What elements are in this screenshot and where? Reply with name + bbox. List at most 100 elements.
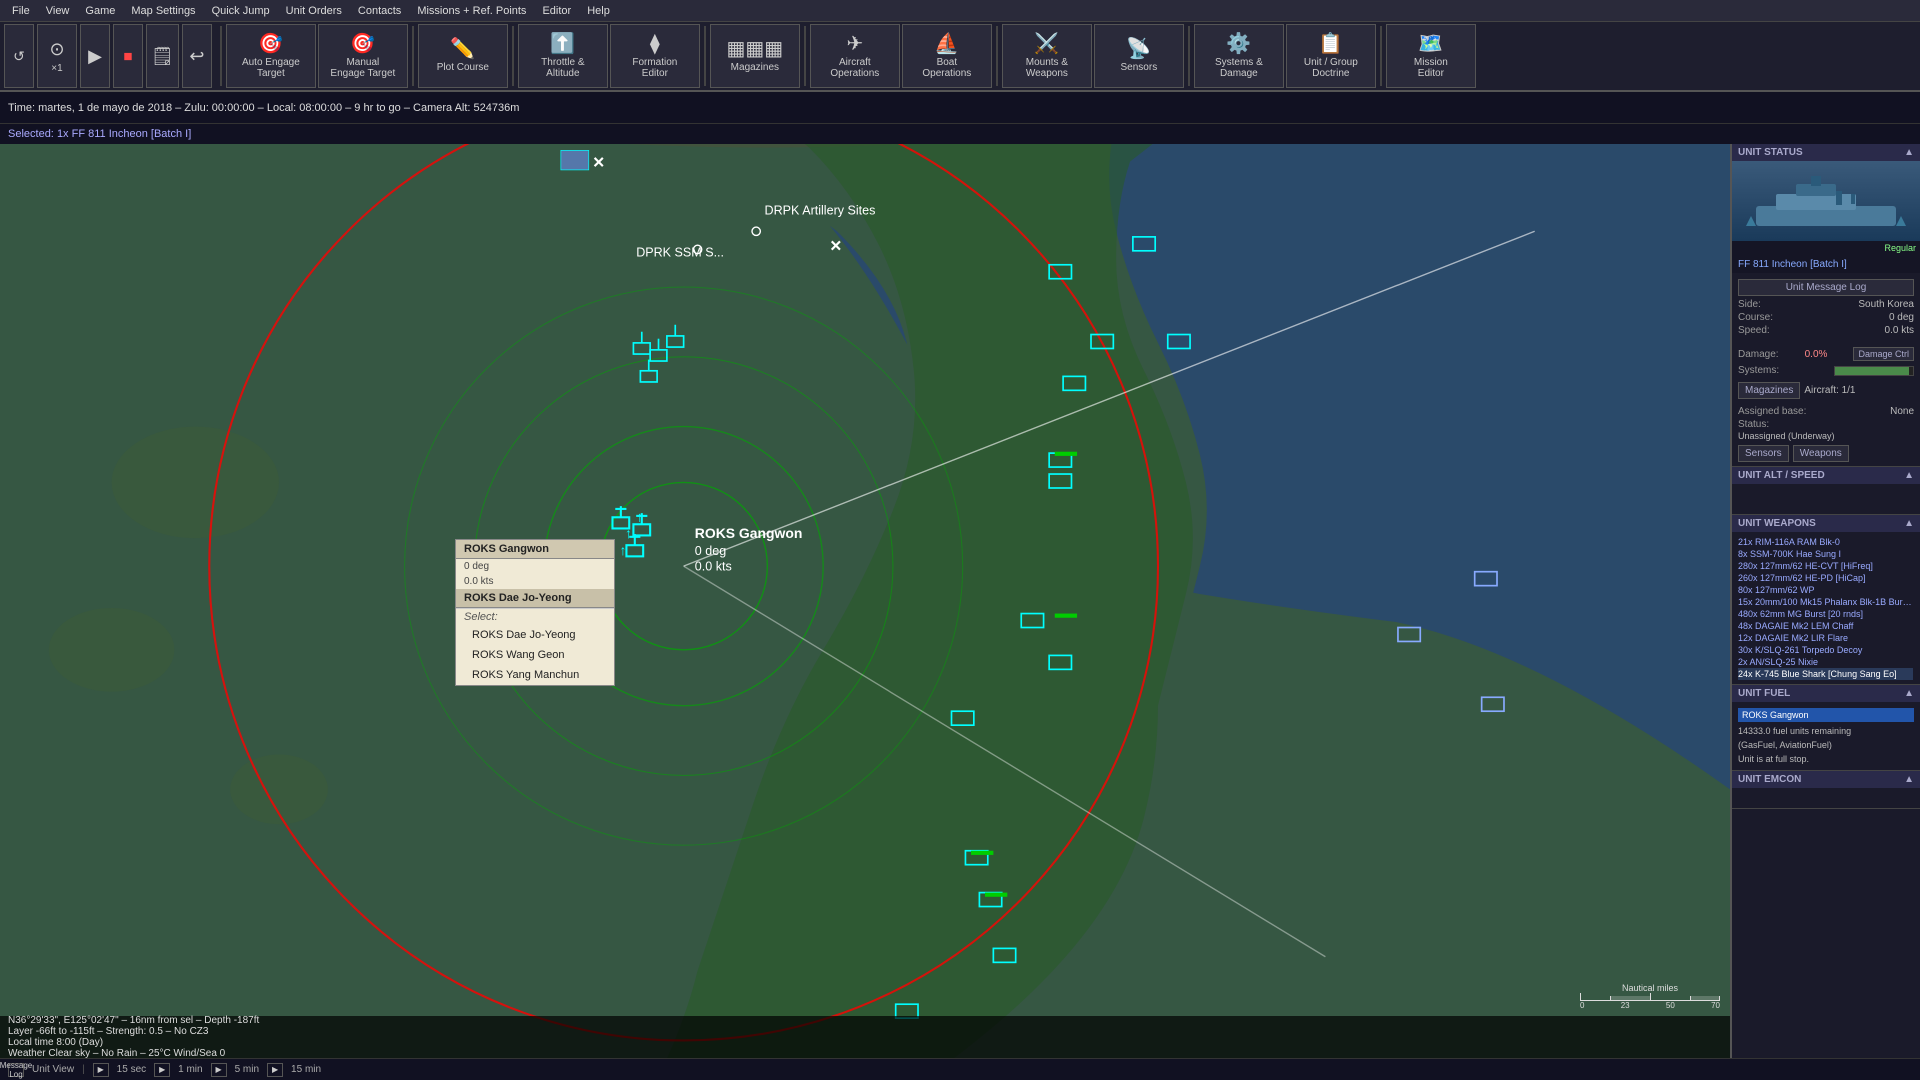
ship-silhouette-svg bbox=[1736, 166, 1916, 236]
magazines-label: Magazines bbox=[731, 62, 779, 73]
svg-text:×: × bbox=[830, 235, 841, 257]
menu-unit-orders[interactable]: Unit Orders bbox=[278, 3, 350, 19]
context-menu-item-0[interactable]: ROKS Dae Jo-Yeong bbox=[456, 625, 614, 645]
sensors-panel-button[interactable]: Sensors bbox=[1738, 445, 1789, 462]
weapon-4[interactable]: 80x 127mm/62 WP bbox=[1738, 584, 1914, 596]
msg-log-bottom-button[interactable]: Message Log bbox=[8, 1063, 24, 1077]
speed-1m-label: 1 min bbox=[178, 1064, 202, 1075]
unit-fuel-header: UNIT FUEL ▲ bbox=[1732, 685, 1920, 702]
menu-editor[interactable]: Editor bbox=[534, 3, 579, 19]
unit-weapons-header: UNIT WEAPONS ▲ bbox=[1732, 515, 1920, 532]
collapse-fuel-icon[interactable]: ▲ bbox=[1904, 688, 1914, 699]
doctrine-icon: 📋 bbox=[1318, 34, 1343, 54]
menu-bar: File View Game Map Settings Quick Jump U… bbox=[0, 0, 1920, 22]
throttle-icon: ⬆️ bbox=[550, 34, 575, 54]
toolbar-sep-8 bbox=[1380, 26, 1382, 86]
context-menu-item-1[interactable]: ROKS Wang Geon bbox=[456, 645, 614, 665]
play-15m-button[interactable]: ▶ bbox=[267, 1063, 283, 1077]
throttle-label: Throttle &Altitude bbox=[541, 57, 584, 79]
weapon-1[interactable]: 8x SSM-700K Hae Sung I bbox=[1738, 548, 1914, 560]
coord-local-time: Local time 8:00 (Day) bbox=[8, 1037, 1722, 1048]
menu-missions[interactable]: Missions + Ref. Points bbox=[409, 3, 534, 19]
course-row: Course: 0 deg bbox=[1738, 311, 1914, 324]
menu-file[interactable]: File bbox=[4, 3, 38, 19]
msg-log-button[interactable]: Unit Message Log bbox=[1738, 279, 1914, 296]
nm-scale: Nautical miles 0 23 50 70 bbox=[1580, 983, 1720, 1010]
selected-unit: 1x FF 811 Incheon [Batch I] bbox=[57, 128, 191, 140]
sensors-button[interactable]: 📡 Sensors bbox=[1094, 24, 1184, 88]
mission-editor-label: MissionEditor bbox=[1414, 57, 1448, 79]
weapon-9[interactable]: 30x K/SLQ-261 Torpedo Decoy bbox=[1738, 644, 1914, 656]
weapon-3[interactable]: 260x 127mm/62 HE-PD [HiCap] bbox=[1738, 572, 1914, 584]
toolbar-sep-2 bbox=[412, 26, 414, 86]
context-menu-heading: 0 deg bbox=[456, 559, 614, 574]
magazines-icon: ▦▦▦ bbox=[727, 39, 784, 59]
rewind-button[interactable]: ↺ bbox=[4, 24, 34, 88]
play-button[interactable]: ▶ bbox=[80, 24, 110, 88]
sensors-icon: 📡 bbox=[1126, 39, 1151, 59]
play-1m-button[interactable]: ▶ bbox=[154, 1063, 170, 1077]
unit-view-label: Unit View bbox=[32, 1064, 74, 1075]
scenario-button[interactable]: 🗒 bbox=[146, 24, 179, 88]
toolbar-sep-5 bbox=[804, 26, 806, 86]
collapse-icon[interactable]: ▲ bbox=[1904, 147, 1914, 158]
menu-view[interactable]: View bbox=[38, 3, 78, 19]
fuel-remaining: 14333.0 fuel units remaining bbox=[1738, 724, 1914, 738]
bottom-bar: Message Log Unit View | ▶ 15 sec ▶ 1 min… bbox=[0, 1058, 1920, 1080]
play-5m-button[interactable]: ▶ bbox=[211, 1063, 227, 1077]
menu-quick-jump[interactable]: Quick Jump bbox=[204, 3, 278, 19]
undo-button[interactable]: ↩ bbox=[182, 24, 212, 88]
menu-contacts[interactable]: Contacts bbox=[350, 3, 409, 19]
magazines-panel-button[interactable]: Magazines bbox=[1738, 382, 1800, 399]
magazines-button[interactable]: ▦▦▦ Magazines bbox=[710, 24, 800, 88]
menu-map-settings[interactable]: Map Settings bbox=[123, 3, 203, 19]
mounts-weapons-button[interactable]: ⚔️ Mounts &Weapons bbox=[1002, 24, 1092, 88]
play-speed-button[interactable]: ⊙ ×1 bbox=[37, 24, 77, 88]
weapon-5[interactable]: 15x 20mm/100 Mk15 Phalanx Blk-1B Burst J bbox=[1738, 596, 1913, 608]
mission-editor-button[interactable]: 🗺️ MissionEditor bbox=[1386, 24, 1476, 88]
boat-ops-button[interactable]: ⛵ BoatOperations bbox=[902, 24, 992, 88]
coord-bar: N36°29'33", E125°02'47" – 16nm from sel … bbox=[0, 1016, 1730, 1058]
weapon-10[interactable]: 2x AN/SLQ-25 Nixie bbox=[1738, 656, 1914, 668]
unit-link[interactable]: FF 811 Incheon [Batch I] bbox=[1738, 259, 1847, 270]
toolbar-sep-1 bbox=[220, 26, 222, 86]
time-display: Time: martes, 1 de mayo de 2018 – Zulu: … bbox=[8, 102, 519, 114]
weapon-2[interactable]: 280x 127mm/62 HE-CVT [HiFreq] bbox=[1738, 560, 1914, 572]
manual-engage-icon: 🎯 bbox=[350, 34, 375, 54]
context-menu-item-2[interactable]: ROKS Yang Manchun bbox=[456, 665, 614, 685]
map-area[interactable]: × × ROKS Gangwon 0 deg 0.0 kts ↑ ↑ ↑ DRP… bbox=[0, 144, 1730, 1058]
damage-ctrl-button[interactable]: Damage Ctrl bbox=[1853, 347, 1914, 361]
mission-editor-icon: 🗺️ bbox=[1418, 34, 1443, 54]
collapse-emcon-icon[interactable]: ▲ bbox=[1904, 774, 1914, 785]
collapse-weapons-icon[interactable]: ▲ bbox=[1904, 518, 1914, 529]
collapse-alt-icon[interactable]: ▲ bbox=[1904, 470, 1914, 481]
unit-info-content: Unit Message Log Side: South Korea Cours… bbox=[1732, 273, 1920, 466]
menu-help[interactable]: Help bbox=[579, 3, 618, 19]
mounts-icon: ⚔️ bbox=[1034, 34, 1059, 54]
context-menu-unit-name: ROKS Gangwon bbox=[456, 540, 614, 559]
weapon-11[interactable]: 24x K-745 Blue Shark [Chung Sang Eo] bbox=[1738, 668, 1913, 680]
plot-course-button[interactable]: ✏️ Plot Course bbox=[418, 24, 508, 88]
weapon-0[interactable]: 21x RIM-116A RAM Blk-0 bbox=[1738, 536, 1914, 548]
unit-doctrine-button[interactable]: 📋 Unit / GroupDoctrine bbox=[1286, 24, 1376, 88]
auto-engage-button[interactable]: 🎯 Auto EngageTarget bbox=[226, 24, 316, 88]
stop-button[interactable]: ⏹ bbox=[113, 24, 143, 88]
aircraft-ops-button[interactable]: ✈ AircraftOperations bbox=[810, 24, 900, 88]
play-15s-button[interactable]: ▶ bbox=[93, 1063, 109, 1077]
unit-alt-speed-header: UNIT ALT / SPEED ▲ bbox=[1732, 467, 1920, 484]
weapon-6[interactable]: 480x 62mm MG Burst [20 rnds] bbox=[1738, 608, 1914, 620]
systems-row: Systems: bbox=[1738, 363, 1914, 378]
selected-info-bar: Selected: 1x FF 811 Incheon [Batch I] bbox=[0, 124, 1920, 144]
throttle-button[interactable]: ⬆️ Throttle &Altitude bbox=[518, 24, 608, 88]
weapon-8[interactable]: 12x DAGAIE Mk2 LIR Flare bbox=[1738, 632, 1914, 644]
status-value: Unassigned (Underway) bbox=[1738, 431, 1914, 445]
formation-button[interactable]: ⧫ FormationEditor bbox=[610, 24, 700, 88]
menu-game[interactable]: Game bbox=[77, 3, 123, 19]
right-panel: UNIT STATUS ▲ R bbox=[1730, 144, 1920, 1058]
weapons-panel-button[interactable]: Weapons bbox=[1793, 445, 1849, 462]
systems-damage-button[interactable]: ⚙️ Systems &Damage bbox=[1194, 24, 1284, 88]
aircraft-ops-icon: ✈ bbox=[846, 34, 863, 54]
manual-engage-button[interactable]: 🎯 ManualEngage Target bbox=[318, 24, 408, 88]
systems-health-bar bbox=[1834, 366, 1914, 376]
weapon-7[interactable]: 48x DAGAIE Mk2 LEM Chaff bbox=[1738, 620, 1914, 632]
